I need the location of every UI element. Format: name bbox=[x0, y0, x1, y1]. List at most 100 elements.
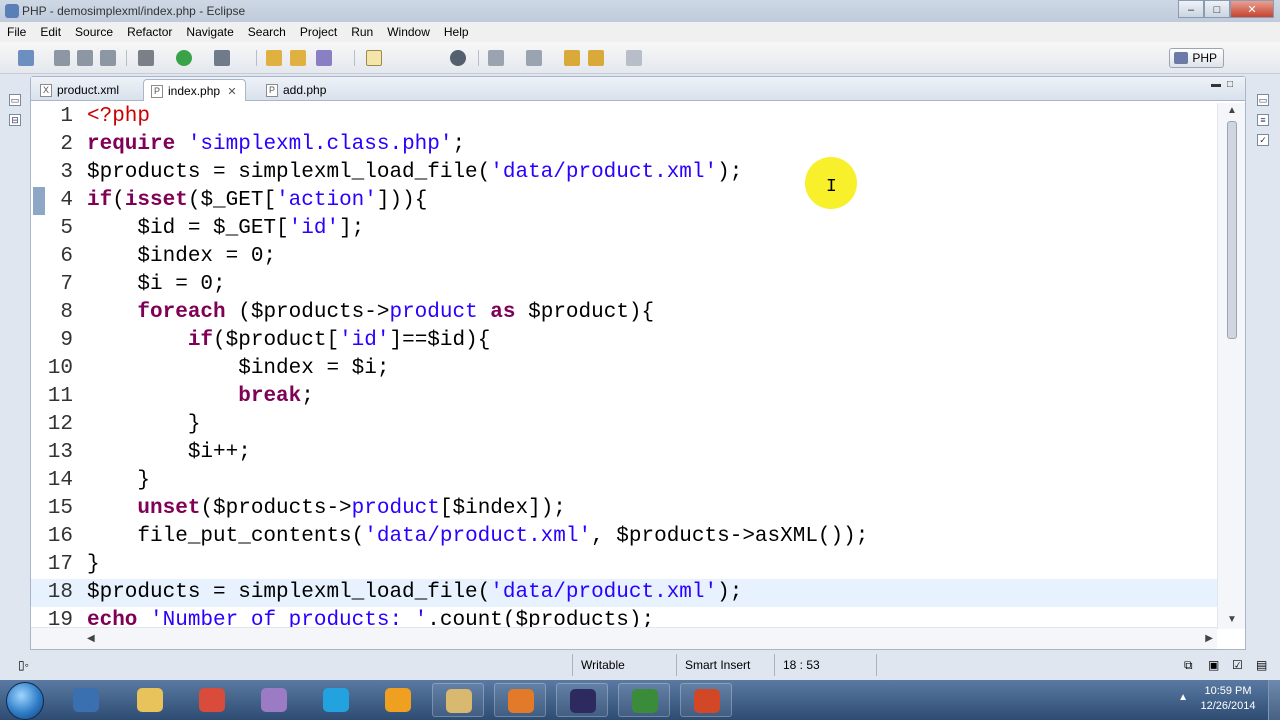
code-line[interactable]: 16 file_put_contents('data/product.xml',… bbox=[31, 523, 1217, 551]
run-icon[interactable] bbox=[176, 50, 192, 66]
taskbar-powerpoint[interactable] bbox=[680, 683, 732, 717]
vertical-scrollbar[interactable]: ▲ ▼ bbox=[1217, 103, 1245, 629]
tab-product-xml[interactable]: X product.xml bbox=[33, 79, 127, 101]
horizontal-scrollbar[interactable]: ◀ ▶ bbox=[31, 627, 1217, 649]
last-edit-icon[interactable] bbox=[564, 50, 580, 66]
open-project-icon[interactable] bbox=[290, 50, 306, 66]
code-line[interactable]: 12 } bbox=[31, 411, 1217, 439]
outline-icon[interactable]: ≡ bbox=[1257, 114, 1269, 126]
maximize-icon[interactable]: ▣ bbox=[1208, 658, 1219, 672]
tasks-icon[interactable]: ✓ bbox=[1257, 134, 1269, 146]
minimize-editor-icon[interactable]: ▬ bbox=[1211, 80, 1223, 92]
start-button[interactable] bbox=[6, 682, 44, 720]
line-number: 12 bbox=[47, 413, 73, 436]
toggle-mark-icon[interactable] bbox=[366, 50, 382, 66]
tray-expand-icon[interactable]: ▲ bbox=[1178, 692, 1188, 703]
back-icon[interactable] bbox=[588, 50, 604, 66]
web-browser-icon[interactable] bbox=[450, 50, 466, 66]
file-explorer-icon bbox=[137, 688, 163, 712]
new-icon[interactable] bbox=[18, 50, 34, 66]
close-button[interactable]: ✕ bbox=[1230, 0, 1274, 18]
taskbar-outlook[interactable] bbox=[372, 683, 424, 717]
code-editor[interactable]: 19 echo 'Number of products: '.count($pro… bbox=[31, 103, 1217, 629]
tab-close-icon[interactable]: ✕ bbox=[227, 86, 236, 98]
code-line[interactable]: 5 $id = $_GET['id']; bbox=[31, 215, 1217, 243]
print-icon[interactable] bbox=[100, 50, 116, 66]
code-line[interactable]: 7 $i = 0; bbox=[31, 271, 1217, 299]
code-token: , $products->asXML()); bbox=[591, 525, 869, 548]
taskbar-media-player[interactable] bbox=[60, 683, 112, 717]
restore-icon[interactable]: ⧉ bbox=[1184, 658, 1193, 673]
taskbar-eclipse[interactable] bbox=[556, 683, 608, 717]
php-explorer-icon[interactable]: ⊟ bbox=[9, 114, 21, 126]
code-line[interactable]: 19 echo 'Number of products: '.count($pro… bbox=[31, 607, 1217, 629]
code-token: ($products-> bbox=[200, 497, 352, 520]
taskbar-camtasia[interactable] bbox=[618, 683, 670, 717]
menu-help[interactable]: Help bbox=[437, 22, 476, 42]
code-token: ; bbox=[301, 385, 314, 408]
code-line[interactable]: 8 foreach ($products->product as $produc… bbox=[31, 299, 1217, 327]
line-number: 6 bbox=[60, 245, 73, 268]
code-line[interactable]: 2 require 'simplexml.class.php'; bbox=[31, 131, 1217, 159]
save-all-icon[interactable] bbox=[77, 50, 93, 66]
restore-view-icon[interactable]: ▭ bbox=[9, 94, 21, 106]
menu-run[interactable]: Run bbox=[344, 22, 380, 42]
tab-index-php[interactable]: P index.php ✕ bbox=[143, 79, 246, 101]
code-line[interactable]: 17} bbox=[31, 551, 1217, 579]
code-line[interactable]: 4 if(isset($_GET['action'])){ bbox=[31, 187, 1217, 215]
code-line[interactable]: 18 $products = simplexml_load_file('data/… bbox=[31, 579, 1217, 607]
menu-search[interactable]: Search bbox=[241, 22, 293, 42]
task-list-icon[interactable]: ☑ bbox=[1232, 658, 1243, 672]
code-token: $i = 0; bbox=[87, 273, 226, 296]
scroll-up-icon[interactable]: ▲ bbox=[1227, 105, 1237, 116]
menu-file[interactable]: File bbox=[0, 22, 33, 42]
system-clock[interactable]: 10:59 PM 12/26/2014 bbox=[1198, 684, 1258, 714]
debug-icon[interactable] bbox=[138, 50, 154, 66]
code-line[interactable]: 14 } bbox=[31, 467, 1217, 495]
code-line[interactable]: 1 <?php bbox=[31, 103, 1217, 131]
fast-view-icon[interactable]: ▯◦ bbox=[18, 658, 29, 672]
menu-navigate[interactable]: Navigate bbox=[179, 22, 240, 42]
code-line[interactable]: 6 $index = 0; bbox=[31, 243, 1217, 271]
code-line[interactable]: 15 unset($products->product[$index]); bbox=[31, 495, 1217, 523]
code-line[interactable]: 13 $i++; bbox=[31, 439, 1217, 467]
menu-source[interactable]: Source bbox=[68, 22, 120, 42]
taskbar-file-manager[interactable] bbox=[432, 683, 484, 717]
outline-view-icon[interactable]: ▤ bbox=[1256, 658, 1267, 672]
code-line[interactable]: 11 break; bbox=[31, 383, 1217, 411]
menu-project[interactable]: Project bbox=[293, 22, 344, 42]
open-folder-icon[interactable] bbox=[266, 50, 282, 66]
minimize-button[interactable]: ‒ bbox=[1178, 0, 1204, 18]
taskbar-firefox[interactable] bbox=[494, 683, 546, 717]
menu-refactor[interactable]: Refactor bbox=[120, 22, 179, 42]
code-line[interactable]: 9 if($product['id']==$id){ bbox=[31, 327, 1217, 355]
show-desktop-button[interactable] bbox=[1268, 680, 1280, 720]
taskbar-chrome[interactable] bbox=[186, 683, 238, 717]
taskbar-file-explorer[interactable] bbox=[124, 683, 176, 717]
menu-window[interactable]: Window bbox=[380, 22, 437, 42]
scroll-down-icon[interactable]: ▼ bbox=[1227, 614, 1237, 625]
save-icon[interactable] bbox=[54, 50, 70, 66]
open-type-icon[interactable] bbox=[316, 50, 332, 66]
code-line[interactable]: 3 $products = simplexml_load_file('data/p… bbox=[31, 159, 1217, 187]
vertical-scroll-thumb[interactable] bbox=[1227, 121, 1237, 339]
next-annotation-icon[interactable] bbox=[526, 50, 542, 66]
restore-right-view-icon[interactable]: ▭ bbox=[1257, 94, 1269, 106]
string-token: 'action' bbox=[276, 189, 377, 212]
scroll-right-icon[interactable]: ▶ bbox=[1205, 633, 1213, 644]
tab-add-php[interactable]: P add.php bbox=[259, 79, 334, 101]
forward-icon[interactable] bbox=[626, 50, 642, 66]
firefox-icon bbox=[508, 689, 534, 713]
code-token: file_put_contents( bbox=[87, 525, 365, 548]
maximize-button[interactable]: □ bbox=[1204, 0, 1230, 18]
menu-edit[interactable]: Edit bbox=[33, 22, 68, 42]
php-perspective-button[interactable]: PHP bbox=[1169, 48, 1224, 68]
scroll-left-icon[interactable]: ◀ bbox=[87, 633, 95, 644]
external-tools-icon[interactable] bbox=[214, 50, 230, 66]
taskbar-skype[interactable] bbox=[310, 683, 362, 717]
line-text: echo 'Number of products: '.count($produ… bbox=[87, 607, 654, 629]
annotation-icon[interactable] bbox=[488, 50, 504, 66]
code-line[interactable]: 10 $index = $i; bbox=[31, 355, 1217, 383]
maximize-editor-icon[interactable]: □ bbox=[1227, 80, 1239, 92]
taskbar-gimp[interactable] bbox=[248, 683, 300, 717]
